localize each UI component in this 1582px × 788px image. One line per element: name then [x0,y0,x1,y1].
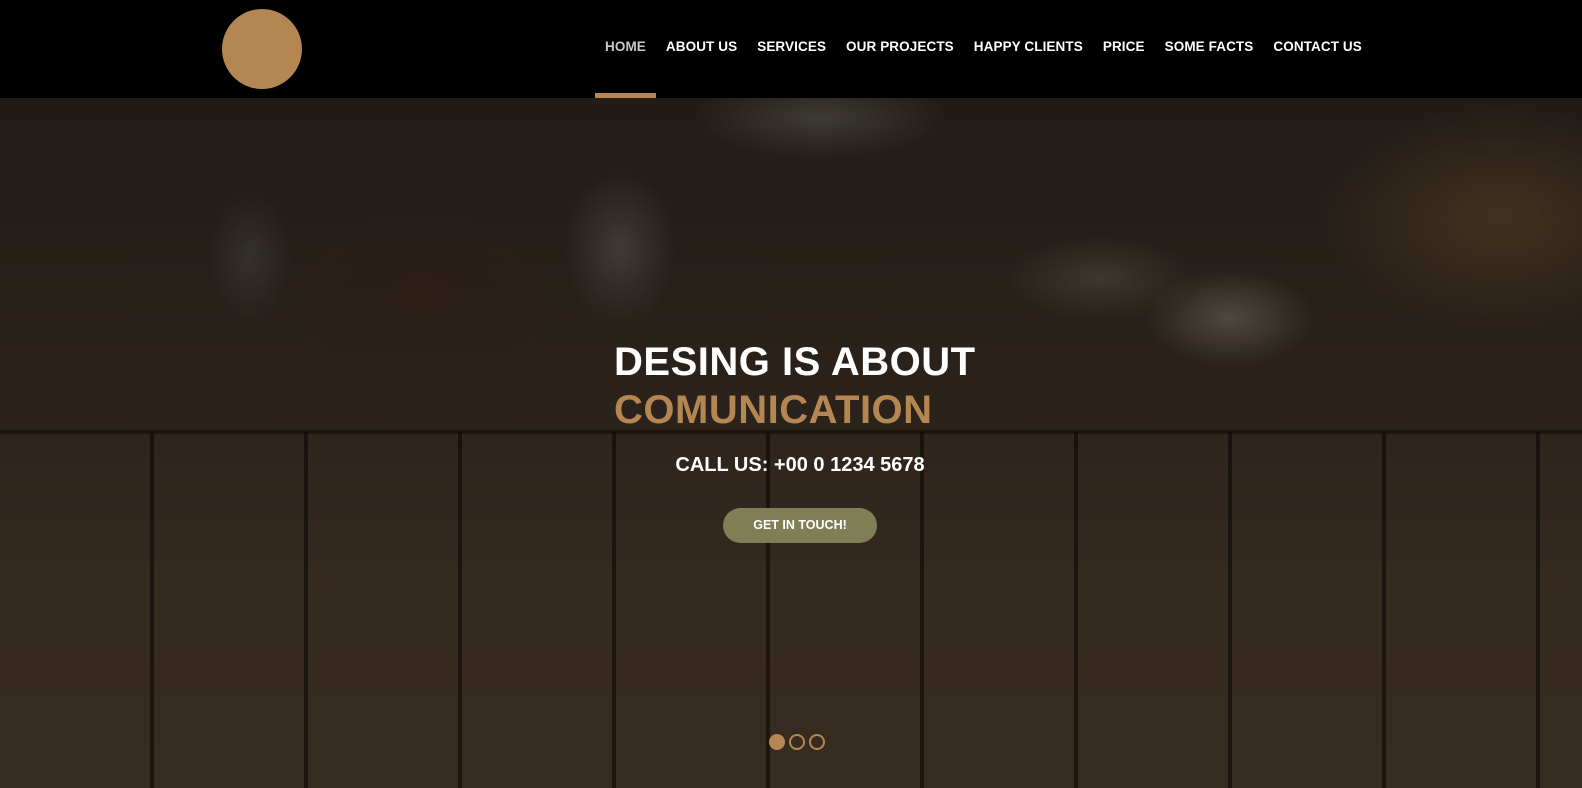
main-nav: HOME ABOUT US SERVICES OUR PROJECTS HAPP… [595,0,1372,98]
nav-item-services[interactable]: SERVICES [747,0,836,98]
logo-icon[interactable] [222,9,302,89]
hero-overlay [0,98,1582,788]
hero-slider: DESING IS ABOUT COMUNICATION CALL US: +0… [0,98,1582,788]
slide-dot-2[interactable] [789,734,805,750]
hero-title-line-1: DESING IS ABOUT [614,340,976,384]
nav-item-some-facts[interactable]: SOME FACTS [1155,0,1264,98]
nav-item-about-us[interactable]: ABOUT US [656,0,747,98]
nav-item-home[interactable]: HOME [595,0,656,98]
nav-item-contact-us[interactable]: CONTACT US [1263,0,1372,98]
slider-pagination [769,734,825,750]
site-header: HOME ABOUT US SERVICES OUR PROJECTS HAPP… [0,0,1582,98]
nav-item-price[interactable]: PRICE [1093,0,1155,98]
get-in-touch-button[interactable]: GET IN TOUCH! [723,508,877,543]
slide-dot-1[interactable] [769,734,785,750]
nav-item-happy-clients[interactable]: HAPPY CLIENTS [964,0,1093,98]
hero-title: DESING IS ABOUT COMUNICATION [614,338,976,434]
hero-title-line-2: COMUNICATION [614,388,933,432]
slide-dot-3[interactable] [809,734,825,750]
call-us-text: CALL US: +00 0 1234 5678 [675,454,925,476]
nav-item-our-projects[interactable]: OUR PROJECTS [836,0,964,98]
